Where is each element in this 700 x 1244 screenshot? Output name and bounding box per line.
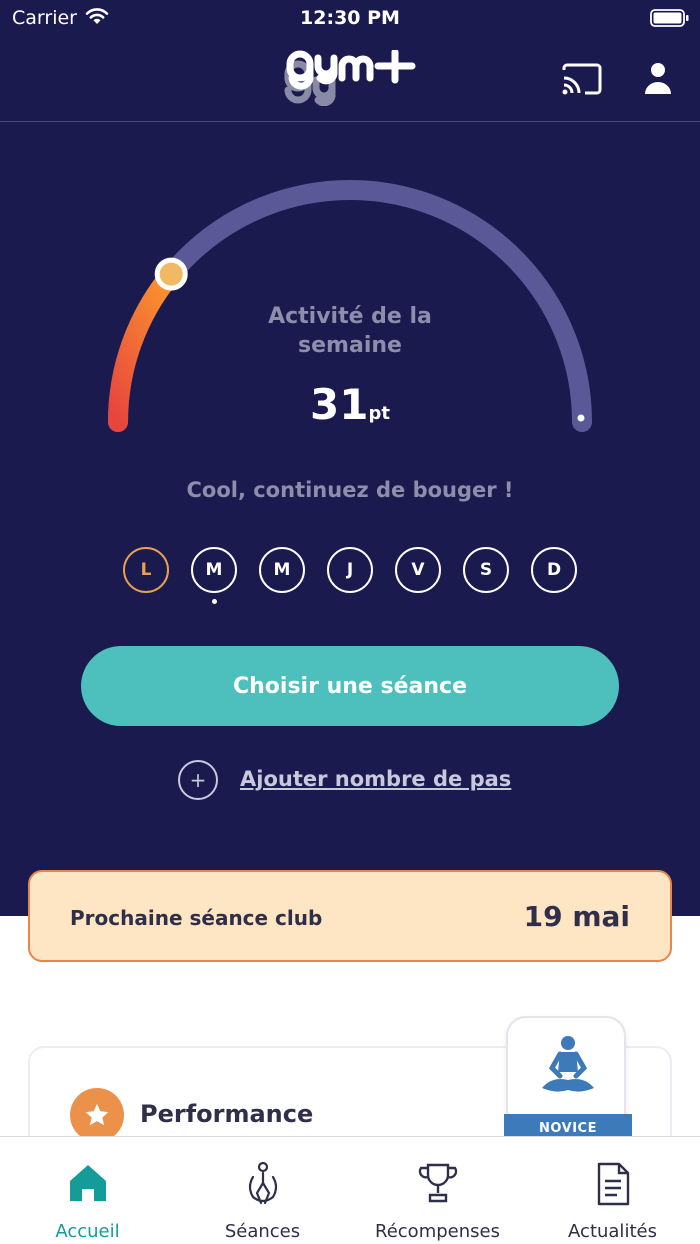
tab-seances[interactable]: Séances	[175, 1137, 350, 1244]
tab-label: Récompenses	[375, 1221, 500, 1242]
next-club-label: Prochaine séance club	[70, 906, 323, 930]
activity-value: 31pt	[250, 380, 450, 429]
novice-badge[interactable]: NOVICE	[504, 1016, 632, 1144]
weekday-4[interactable]: V	[395, 547, 441, 593]
clock: 12:30 PM	[300, 7, 400, 29]
news-icon	[525, 1161, 700, 1211]
tab-label: Séances	[224, 1221, 301, 1242]
star-icon	[70, 1088, 124, 1142]
tab-bar: Accueil Séances Récompenses Actualités	[0, 1136, 700, 1244]
hero-section: Carrier 12:30 PM Activité de la semaine …	[0, 0, 700, 916]
tab-recompenses[interactable]: Récompenses	[350, 1137, 525, 1244]
weekday-2[interactable]: M	[259, 547, 305, 593]
tab-actualites[interactable]: Actualités	[525, 1137, 700, 1244]
gauge-end-dot	[577, 414, 585, 422]
weekday-selector: LMMJVSD	[123, 547, 577, 617]
performance-title: Performance	[140, 1100, 314, 1128]
activity-unit: pt	[368, 403, 390, 424]
tab-label: Accueil	[55, 1221, 120, 1242]
gauge-knob	[154, 257, 188, 291]
weekday-5[interactable]: S	[463, 547, 509, 593]
weekday-3[interactable]: J	[327, 547, 373, 593]
weekday-1[interactable]: M	[191, 547, 237, 593]
choose-session-button[interactable]: Choisir une séance	[81, 646, 619, 726]
app-header	[0, 40, 700, 122]
trophy-icon	[350, 1161, 525, 1211]
add-steps-link[interactable]: Ajouter nombre de pas	[240, 767, 511, 791]
meditation-icon	[538, 1034, 598, 1104]
today-indicator	[212, 599, 217, 604]
add-steps-icon[interactable]: +	[178, 760, 218, 800]
cast-icon[interactable]	[560, 60, 604, 100]
weekday-6[interactable]: D	[531, 547, 577, 593]
tab-accueil[interactable]: Accueil	[0, 1137, 175, 1244]
encouragement-message: Cool, continuez de bouger !	[186, 478, 514, 502]
user-icon[interactable]	[640, 60, 676, 100]
next-club-date: 19 mai	[523, 900, 630, 933]
status-bar: Carrier 12:30 PM	[0, 0, 700, 40]
next-club-session-card[interactable]: Prochaine séance club 19 mai	[28, 870, 672, 962]
tab-label: Actualités	[568, 1221, 657, 1242]
add-steps-row[interactable]: + Ajouter nombre de pas	[178, 760, 538, 802]
battery-icon	[650, 8, 690, 32]
gym-plus-logo	[284, 48, 416, 110]
home-icon	[0, 1161, 175, 1211]
activity-label: Activité de la semaine	[268, 304, 432, 358]
activity-points: 31	[310, 380, 369, 429]
gauge-fill	[108, 264, 182, 432]
workout-icon	[175, 1161, 350, 1211]
weekday-0[interactable]: L	[123, 547, 169, 593]
